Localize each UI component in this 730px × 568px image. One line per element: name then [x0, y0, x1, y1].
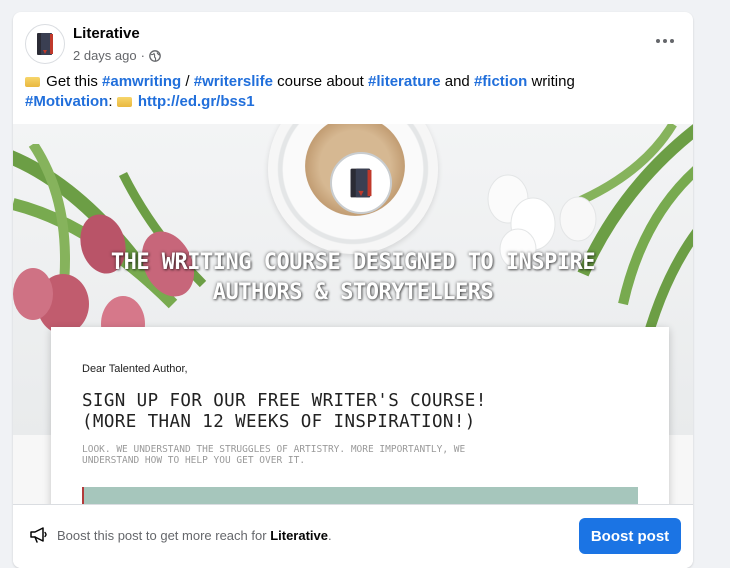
post-time[interactable]: 2 days ago [73, 48, 137, 63]
hashtag-amwriting[interactable]: #amwriting [102, 73, 181, 90]
image-headline: THE WRITING COURSE DESIGNED TO INSPIRE A… [13, 248, 693, 308]
letter-green-band [82, 487, 638, 504]
boost-text-suffix: . [328, 528, 332, 543]
letter-salutation: Dear Talented Author, [82, 363, 188, 375]
intro-line: UNDERSTAND HOW TO HELP YOU GET OVER IT. [82, 455, 306, 466]
post-meta: 2 days ago · [73, 48, 161, 63]
book-logo-icon [350, 168, 372, 198]
more-options-button[interactable] [651, 30, 679, 52]
globe-icon [149, 49, 161, 62]
text-segment: writing [531, 73, 575, 90]
boost-text: Boost this post to get more reach for Li… [57, 528, 332, 543]
post-text: Get this #amwriting / #writerslife cours… [25, 72, 675, 112]
hashtag-motivation[interactable]: #Motivation [25, 93, 108, 110]
text-segment: Get this [46, 73, 98, 90]
dot-icon [663, 39, 667, 43]
intro-line: LOOK. WE UNDERSTAND THE STRUGGLES OF ART… [82, 444, 466, 455]
headline-line: AUTHORS & STORYTELLERS [212, 280, 494, 305]
page-avatar[interactable] [25, 24, 65, 64]
text-segment: course about [277, 73, 364, 90]
text-segment: and [444, 73, 470, 90]
boost-text-prefix: Boost this post to get more reach for [57, 528, 267, 543]
text-segment: : [108, 93, 113, 110]
boost-footer: Boost this post to get more reach for Li… [13, 504, 693, 568]
post-card: Literative 2 days ago · Get this #amwrit… [13, 12, 693, 568]
hashtag-writerslife[interactable]: #writerslife [194, 73, 273, 90]
post-image[interactable]: THE WRITING COURSE DESIGNED TO INSPIRE A… [13, 124, 693, 504]
pointing-hand-emoji-icon [116, 97, 132, 107]
book-logo-icon [37, 33, 53, 55]
hashtag-fiction[interactable]: #fiction [474, 73, 527, 90]
signup-line: SIGN UP FOR OUR FREE WRITER'S COURSE! [82, 391, 487, 411]
post-header: Literative 2 days ago · [13, 12, 693, 74]
megaphone-icon [30, 527, 47, 543]
pointing-hand-emoji-icon [25, 77, 40, 87]
page-name[interactable]: Literative [73, 25, 140, 42]
dot-icon [656, 39, 660, 43]
text-segment: / [185, 73, 190, 90]
boost-text-page: Literative [270, 528, 328, 543]
dot-icon [670, 39, 674, 43]
boost-post-button[interactable]: Boost post [579, 518, 681, 554]
signup-line: (MORE THAN 12 WEEKS OF INSPIRATION!) [82, 412, 476, 432]
letter-paper: Dear Talented Author, SIGN UP FOR OUR FR… [51, 327, 669, 504]
headline-line: THE WRITING COURSE DESIGNED TO INSPIRE [110, 250, 596, 275]
meta-separator: · [140, 48, 145, 63]
pink-tulips-illustration [13, 144, 207, 344]
image-logo-badge [330, 152, 392, 214]
post-link[interactable]: http://ed.gr/bss1 [138, 93, 255, 110]
letter-signup-heading: SIGN UP FOR OUR FREE WRITER'S COURSE! (M… [82, 391, 487, 433]
hashtag-literature[interactable]: #literature [368, 73, 441, 90]
letter-intro: LOOK. WE UNDERSTAND THE STRUGGLES OF ART… [82, 444, 642, 466]
